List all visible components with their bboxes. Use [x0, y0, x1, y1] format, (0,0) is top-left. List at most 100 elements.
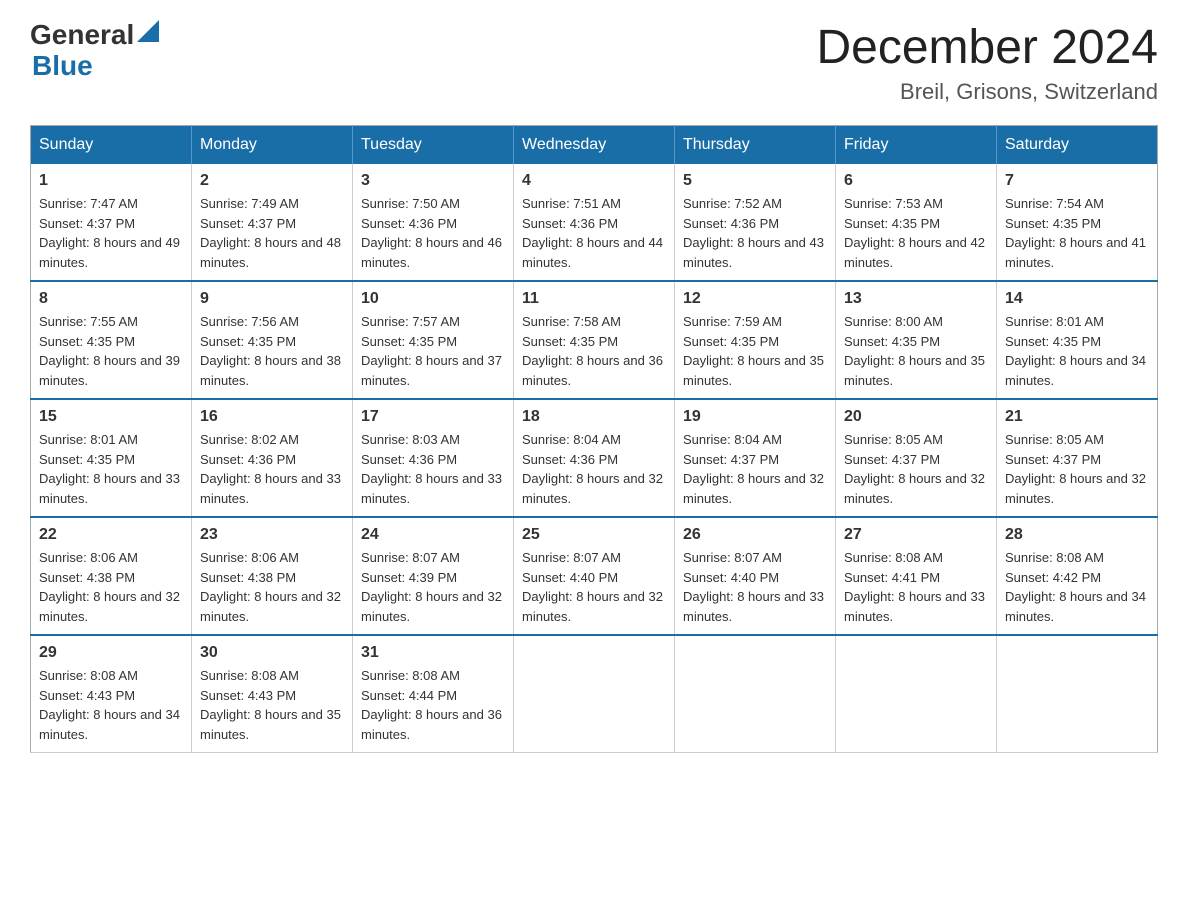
day-number: 8	[39, 290, 183, 308]
day-number: 27	[844, 526, 988, 544]
calendar-day-cell: 8 Sunrise: 7:55 AMSunset: 4:35 PMDayligh…	[31, 281, 192, 399]
day-info: Sunrise: 8:08 AMSunset: 4:41 PMDaylight:…	[844, 550, 985, 624]
day-info: Sunrise: 8:01 AMSunset: 4:35 PMDaylight:…	[39, 432, 180, 506]
calendar-day-cell	[836, 635, 997, 753]
calendar-day-cell: 10 Sunrise: 7:57 AMSunset: 4:35 PMDaylig…	[353, 281, 514, 399]
logo-triangle-icon	[137, 20, 159, 42]
day-info: Sunrise: 8:01 AMSunset: 4:35 PMDaylight:…	[1005, 314, 1146, 388]
calendar-day-cell: 21 Sunrise: 8:05 AMSunset: 4:37 PMDaylig…	[997, 399, 1158, 517]
calendar-header-row: SundayMondayTuesdayWednesdayThursdayFrid…	[31, 126, 1158, 165]
header-tuesday: Tuesday	[353, 126, 514, 165]
day-info: Sunrise: 8:07 AMSunset: 4:39 PMDaylight:…	[361, 550, 502, 624]
day-number: 12	[683, 290, 827, 308]
day-info: Sunrise: 7:59 AMSunset: 4:35 PMDaylight:…	[683, 314, 824, 388]
day-info: Sunrise: 8:07 AMSunset: 4:40 PMDaylight:…	[522, 550, 663, 624]
day-number: 31	[361, 644, 505, 662]
calendar-day-cell: 26 Sunrise: 8:07 AMSunset: 4:40 PMDaylig…	[675, 517, 836, 635]
day-info: Sunrise: 8:02 AMSunset: 4:36 PMDaylight:…	[200, 432, 341, 506]
day-number: 13	[844, 290, 988, 308]
calendar-day-cell: 20 Sunrise: 8:05 AMSunset: 4:37 PMDaylig…	[836, 399, 997, 517]
day-info: Sunrise: 8:08 AMSunset: 4:43 PMDaylight:…	[39, 668, 180, 742]
calendar-day-cell	[514, 635, 675, 753]
day-number: 28	[1005, 526, 1149, 544]
day-number: 24	[361, 526, 505, 544]
calendar-day-cell: 11 Sunrise: 7:58 AMSunset: 4:35 PMDaylig…	[514, 281, 675, 399]
day-number: 30	[200, 644, 344, 662]
calendar-week-row: 15 Sunrise: 8:01 AMSunset: 4:35 PMDaylig…	[31, 399, 1158, 517]
day-number: 18	[522, 408, 666, 426]
day-info: Sunrise: 8:08 AMSunset: 4:43 PMDaylight:…	[200, 668, 341, 742]
day-info: Sunrise: 7:55 AMSunset: 4:35 PMDaylight:…	[39, 314, 180, 388]
day-info: Sunrise: 8:08 AMSunset: 4:44 PMDaylight:…	[361, 668, 502, 742]
day-number: 9	[200, 290, 344, 308]
calendar-day-cell	[675, 635, 836, 753]
day-number: 4	[522, 172, 666, 190]
calendar-day-cell: 17 Sunrise: 8:03 AMSunset: 4:36 PMDaylig…	[353, 399, 514, 517]
day-info: Sunrise: 7:54 AMSunset: 4:35 PMDaylight:…	[1005, 196, 1146, 270]
day-info: Sunrise: 8:06 AMSunset: 4:38 PMDaylight:…	[200, 550, 341, 624]
header-monday: Monday	[192, 126, 353, 165]
day-number: 23	[200, 526, 344, 544]
day-number: 21	[1005, 408, 1149, 426]
day-number: 25	[522, 526, 666, 544]
calendar-day-cell	[997, 635, 1158, 753]
day-number: 14	[1005, 290, 1149, 308]
calendar-day-cell: 12 Sunrise: 7:59 AMSunset: 4:35 PMDaylig…	[675, 281, 836, 399]
header-sunday: Sunday	[31, 126, 192, 165]
day-number: 3	[361, 172, 505, 190]
day-number: 5	[683, 172, 827, 190]
day-number: 1	[39, 172, 183, 190]
calendar-day-cell: 9 Sunrise: 7:56 AMSunset: 4:35 PMDayligh…	[192, 281, 353, 399]
calendar-table: SundayMondayTuesdayWednesdayThursdayFrid…	[30, 125, 1158, 753]
day-info: Sunrise: 8:07 AMSunset: 4:40 PMDaylight:…	[683, 550, 824, 624]
day-number: 20	[844, 408, 988, 426]
day-info: Sunrise: 8:00 AMSunset: 4:35 PMDaylight:…	[844, 314, 985, 388]
day-number: 6	[844, 172, 988, 190]
page-header: General Blue December 2024 Breil, Grison…	[30, 20, 1158, 105]
month-title: December 2024	[816, 20, 1158, 75]
calendar-day-cell: 1 Sunrise: 7:47 AMSunset: 4:37 PMDayligh…	[31, 164, 192, 281]
logo-content: General Blue	[30, 20, 159, 82]
day-number: 16	[200, 408, 344, 426]
day-info: Sunrise: 7:57 AMSunset: 4:35 PMDaylight:…	[361, 314, 502, 388]
location-title: Breil, Grisons, Switzerland	[816, 79, 1158, 105]
calendar-day-cell: 15 Sunrise: 8:01 AMSunset: 4:35 PMDaylig…	[31, 399, 192, 517]
day-number: 26	[683, 526, 827, 544]
day-info: Sunrise: 7:56 AMSunset: 4:35 PMDaylight:…	[200, 314, 341, 388]
day-number: 19	[683, 408, 827, 426]
calendar-day-cell: 22 Sunrise: 8:06 AMSunset: 4:38 PMDaylig…	[31, 517, 192, 635]
day-number: 22	[39, 526, 183, 544]
day-info: Sunrise: 8:08 AMSunset: 4:42 PMDaylight:…	[1005, 550, 1146, 624]
day-info: Sunrise: 7:51 AMSunset: 4:36 PMDaylight:…	[522, 196, 663, 270]
day-info: Sunrise: 8:05 AMSunset: 4:37 PMDaylight:…	[844, 432, 985, 506]
day-info: Sunrise: 8:04 AMSunset: 4:37 PMDaylight:…	[683, 432, 824, 506]
day-info: Sunrise: 7:52 AMSunset: 4:36 PMDaylight:…	[683, 196, 824, 270]
header-thursday: Thursday	[675, 126, 836, 165]
calendar-day-cell: 16 Sunrise: 8:02 AMSunset: 4:36 PMDaylig…	[192, 399, 353, 517]
calendar-week-row: 1 Sunrise: 7:47 AMSunset: 4:37 PMDayligh…	[31, 164, 1158, 281]
calendar-day-cell: 25 Sunrise: 8:07 AMSunset: 4:40 PMDaylig…	[514, 517, 675, 635]
day-info: Sunrise: 8:05 AMSunset: 4:37 PMDaylight:…	[1005, 432, 1146, 506]
calendar-day-cell: 18 Sunrise: 8:04 AMSunset: 4:36 PMDaylig…	[514, 399, 675, 517]
logo: General Blue	[30, 20, 159, 82]
title-section: December 2024 Breil, Grisons, Switzerlan…	[816, 20, 1158, 105]
day-number: 2	[200, 172, 344, 190]
calendar-week-row: 29 Sunrise: 8:08 AMSunset: 4:43 PMDaylig…	[31, 635, 1158, 753]
calendar-day-cell: 24 Sunrise: 8:07 AMSunset: 4:39 PMDaylig…	[353, 517, 514, 635]
day-info: Sunrise: 7:47 AMSunset: 4:37 PMDaylight:…	[39, 196, 180, 270]
calendar-day-cell: 23 Sunrise: 8:06 AMSunset: 4:38 PMDaylig…	[192, 517, 353, 635]
day-number: 11	[522, 290, 666, 308]
calendar-day-cell: 29 Sunrise: 8:08 AMSunset: 4:43 PMDaylig…	[31, 635, 192, 753]
calendar-day-cell: 28 Sunrise: 8:08 AMSunset: 4:42 PMDaylig…	[997, 517, 1158, 635]
header-friday: Friday	[836, 126, 997, 165]
calendar-day-cell: 5 Sunrise: 7:52 AMSunset: 4:36 PMDayligh…	[675, 164, 836, 281]
calendar-day-cell: 6 Sunrise: 7:53 AMSunset: 4:35 PMDayligh…	[836, 164, 997, 281]
day-number: 29	[39, 644, 183, 662]
day-number: 10	[361, 290, 505, 308]
calendar-day-cell: 4 Sunrise: 7:51 AMSunset: 4:36 PMDayligh…	[514, 164, 675, 281]
header-saturday: Saturday	[997, 126, 1158, 165]
day-info: Sunrise: 7:50 AMSunset: 4:36 PMDaylight:…	[361, 196, 502, 270]
day-info: Sunrise: 8:04 AMSunset: 4:36 PMDaylight:…	[522, 432, 663, 506]
calendar-day-cell: 3 Sunrise: 7:50 AMSunset: 4:36 PMDayligh…	[353, 164, 514, 281]
day-number: 7	[1005, 172, 1149, 190]
